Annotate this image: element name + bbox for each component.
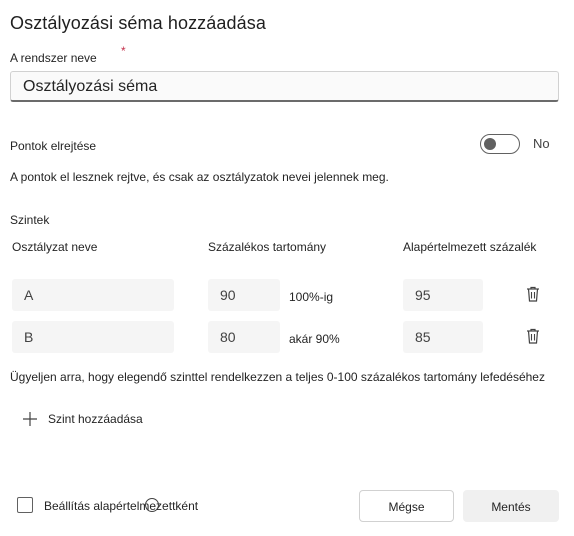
delete-trash-icon[interactable]	[524, 327, 542, 345]
grade-name-input[interactable]: A	[12, 279, 174, 311]
column-header-percent-range: Százalékos tartomány	[208, 240, 327, 254]
cursor-ring-icon	[145, 498, 159, 512]
grade-name-input[interactable]: B	[12, 321, 174, 353]
delete-trash-icon[interactable]	[524, 285, 542, 303]
plus-icon	[23, 412, 37, 426]
hide-points-description: A pontok el lesznek rejtve, és csak az o…	[10, 170, 389, 184]
required-mark: *	[121, 44, 126, 58]
default-percent-input[interactable]: 85	[403, 321, 483, 353]
column-header-grade-name: Osztályzat neve	[12, 240, 98, 254]
add-level-label: Szint hozzáadása	[48, 412, 143, 426]
save-button[interactable]: Mentés	[463, 490, 559, 522]
levels-section-label: Szintek	[10, 213, 50, 227]
scheme-name-input[interactable]: Osztályozási séma	[10, 71, 559, 102]
range-value-input[interactable]: 90	[208, 279, 280, 311]
set-default-checkbox[interactable]	[17, 497, 33, 513]
hide-points-state: No	[533, 136, 550, 151]
scheme-name-label: A rendszer neve	[10, 51, 97, 65]
add-level-button[interactable]: Szint hozzáadása	[22, 409, 143, 429]
hide-points-label: Pontok elrejtése	[10, 139, 97, 153]
toggle-knob	[484, 138, 496, 150]
coverage-warning: Ügyeljen arra, hogy elegendő szinttel re…	[10, 370, 545, 384]
set-default-label: Beállítás alapértelmezettként	[44, 499, 199, 513]
range-text: 100%-ig	[289, 290, 334, 304]
hide-points-toggle[interactable]	[480, 134, 520, 154]
range-text: akár 90%	[289, 332, 340, 346]
dialog-title: Osztályozási séma hozzáadása	[10, 13, 266, 33]
column-header-default-percent: Alapértelmezett százalék	[403, 240, 537, 254]
range-value-input[interactable]: 80	[208, 321, 280, 353]
default-percent-input[interactable]: 95	[403, 279, 483, 311]
cancel-button[interactable]: Mégse	[359, 490, 454, 522]
